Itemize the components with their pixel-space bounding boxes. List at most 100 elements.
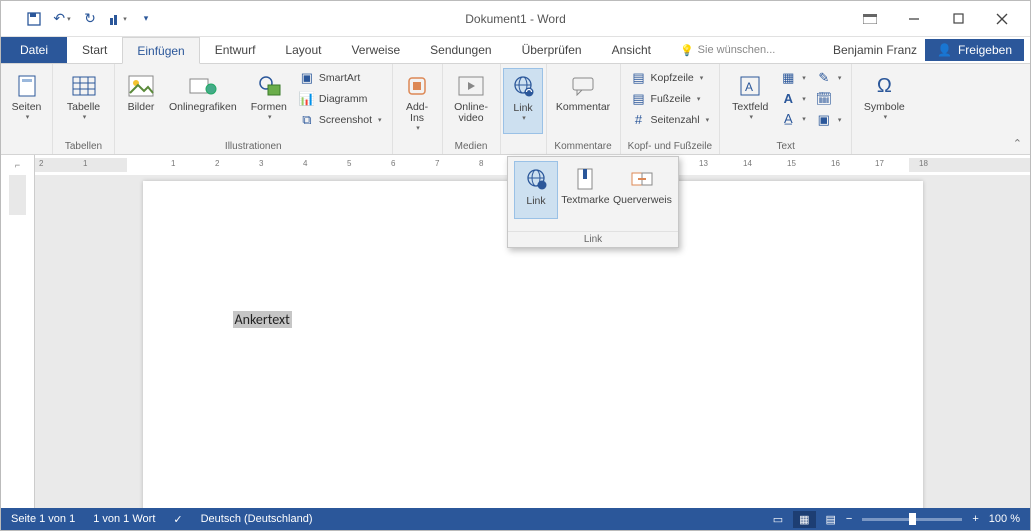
zoom-level[interactable]: 100 % <box>989 513 1020 525</box>
signature-button[interactable]: ✎▾ <box>812 68 846 88</box>
status-language[interactable]: Deutsch (Deutschland) <box>201 513 313 525</box>
screenshot-icon: ⧉ <box>299 112 315 128</box>
qat-customize-icon[interactable]: ▾ <box>133 6 159 32</box>
ribbon-tabs: Datei Start Einfügen Entwurf Layout Verw… <box>1 37 1030 63</box>
ribbon-options-icon[interactable] <box>850 5 890 33</box>
textfeld-button[interactable]: A Textfeld▾ <box>726 68 774 134</box>
seiten-button[interactable]: Seiten▾ <box>6 68 48 134</box>
page-icon <box>17 70 37 102</box>
zoom-in-icon[interactable]: + <box>972 513 978 525</box>
status-words[interactable]: 1 von 1 Wort <box>93 513 155 525</box>
selected-text[interactable]: Ankertext <box>233 311 292 328</box>
bookmark-icon <box>575 163 595 195</box>
redo-icon[interactable]: ↻ <box>77 6 103 32</box>
zoom-slider[interactable] <box>862 518 962 521</box>
svg-text:A: A <box>745 80 753 94</box>
status-bar: Seite 1 von 1 1 von 1 Wort ✓ Deutsch (De… <box>1 508 1030 530</box>
group-seiten: Seiten▾ <box>1 64 53 154</box>
group-addins: Add-Ins▾ <box>393 64 443 154</box>
smartart-icon: ▣ <box>299 70 315 86</box>
tab-entwurf[interactable]: Entwurf <box>200 37 271 63</box>
collapse-ribbon-icon[interactable]: ⌃ <box>1005 133 1030 154</box>
web-layout-icon[interactable]: ▤ <box>826 513 836 526</box>
maximize-icon[interactable] <box>938 5 978 33</box>
ruler-corner: ⌐ <box>1 155 35 175</box>
tab-start[interactable]: Start <box>67 37 122 63</box>
screenshot-button[interactable]: ⧉Screenshot▾ <box>295 110 386 130</box>
tab-verweise[interactable]: Verweise <box>336 37 415 63</box>
print-layout-icon[interactable]: ▦ <box>793 511 815 528</box>
group-kommentare: Kommentar Kommentare <box>547 64 621 154</box>
bilder-button[interactable]: Bilder <box>121 68 161 134</box>
footer-icon: ▤ <box>631 91 647 107</box>
group-kopf-fusszeile: ▤Kopfzeile▾ ▤Fußzeile▾ #Seitenzahl▾ Kopf… <box>621 64 721 154</box>
save-icon[interactable] <box>21 6 47 32</box>
seitenzahl-button[interactable]: #Seitenzahl▾ <box>627 110 714 129</box>
group-medien: Online-video Medien <box>443 64 501 154</box>
tab-ansicht[interactable]: Ansicht <box>597 37 666 63</box>
omega-icon: Ω <box>877 70 892 102</box>
close-icon[interactable] <box>982 5 1022 33</box>
vertical-ruler[interactable] <box>1 175 35 508</box>
object-button[interactable]: ▣▾ <box>812 110 846 130</box>
chart-icon: 📊 <box>299 91 315 107</box>
popup-textmarke-button[interactable]: Textmarke <box>560 161 611 219</box>
comment-icon <box>571 70 595 102</box>
tabelle-button[interactable]: Tabelle▾ <box>61 68 106 134</box>
status-proofing-icon[interactable]: ✓ <box>173 513 182 526</box>
video-icon <box>458 70 484 102</box>
tab-layout[interactable]: Layout <box>270 37 336 63</box>
read-mode-icon[interactable]: ▭ <box>773 513 783 526</box>
dropcap-button[interactable]: A̲▾ <box>776 109 810 128</box>
link-icon <box>524 164 548 196</box>
popup-querverweis-button[interactable]: Querverweis <box>613 161 672 219</box>
quickparts-button[interactable]: ▦▾ <box>776 68 810 88</box>
header-icon: ▤ <box>631 70 647 86</box>
title-bar: ↶▾ ↻ ▾ ▾ Dokument1 - Word <box>1 1 1030 37</box>
wordart-button[interactable]: A▾ <box>776 89 810 108</box>
textbox-icon: A <box>739 70 761 102</box>
online-pictures-icon <box>189 70 217 102</box>
link-button[interactable]: Link▾ <box>503 68 543 134</box>
addins-button[interactable]: Add-Ins▾ <box>397 68 437 134</box>
group-link: Link▾ <box>501 64 547 154</box>
group-tabellen: Tabelle▾ Tabellen <box>53 64 115 154</box>
pagenum-icon: # <box>631 112 647 127</box>
table-icon <box>72 70 96 102</box>
diagramm-button[interactable]: 📊Diagramm <box>295 89 386 109</box>
status-page[interactable]: Seite 1 von 1 <box>11 513 75 525</box>
formen-button[interactable]: Formen▾ <box>245 68 293 134</box>
window-controls <box>850 5 1030 33</box>
kopfzeile-button[interactable]: ▤Kopfzeile▾ <box>627 68 714 88</box>
kommentar-button[interactable]: Kommentar <box>550 68 616 134</box>
onlinegrafiken-button[interactable]: Onlinegrafiken <box>163 68 243 134</box>
tab-file[interactable]: Datei <box>1 37 67 63</box>
onlinevideo-button[interactable]: Online-video <box>448 68 494 134</box>
ribbon: Seiten▾ Tabelle▾ Tabellen Bilder Onlineg… <box>1 63 1030 155</box>
tab-ueberpruefen[interactable]: Überprüfen <box>507 37 597 63</box>
datetime-button[interactable]: 🗓 <box>812 89 846 109</box>
tab-sendungen[interactable]: Sendungen <box>415 37 506 63</box>
minimize-icon[interactable] <box>894 5 934 33</box>
group-illustrationen: Bilder Onlinegrafiken Formen▾ ▣SmartArt … <box>115 64 393 154</box>
link-icon <box>511 71 535 103</box>
tab-einfuegen[interactable]: Einfügen <box>122 37 199 64</box>
popup-group-label: Link <box>508 231 678 247</box>
popup-link-button[interactable]: Link <box>514 161 558 219</box>
quick-access-toolbar: ↶▾ ↻ ▾ ▾ <box>1 6 159 32</box>
share-icon: 👤 <box>937 43 952 57</box>
picture-icon <box>128 70 154 102</box>
tell-me-search[interactable]: 💡 Sie wünschen... <box>680 37 775 63</box>
group-symbole: Ω Symbole▾ <box>852 64 916 154</box>
fusszeile-button[interactable]: ▤Fußzeile▾ <box>627 89 714 109</box>
symbole-button[interactable]: Ω Symbole▾ <box>858 68 911 134</box>
touch-mode-icon[interactable]: ▾ <box>105 6 131 32</box>
addins-icon <box>406 70 428 102</box>
smartart-button[interactable]: ▣SmartArt <box>295 68 386 88</box>
crossref-icon <box>630 163 654 195</box>
user-name[interactable]: Benjamin Franz <box>833 43 917 57</box>
share-button[interactable]: 👤Freigeben <box>925 39 1024 61</box>
undo-icon[interactable]: ↶▾ <box>49 6 75 32</box>
window-title: Dokument1 - Word <box>465 12 565 26</box>
zoom-out-icon[interactable]: − <box>846 513 852 525</box>
